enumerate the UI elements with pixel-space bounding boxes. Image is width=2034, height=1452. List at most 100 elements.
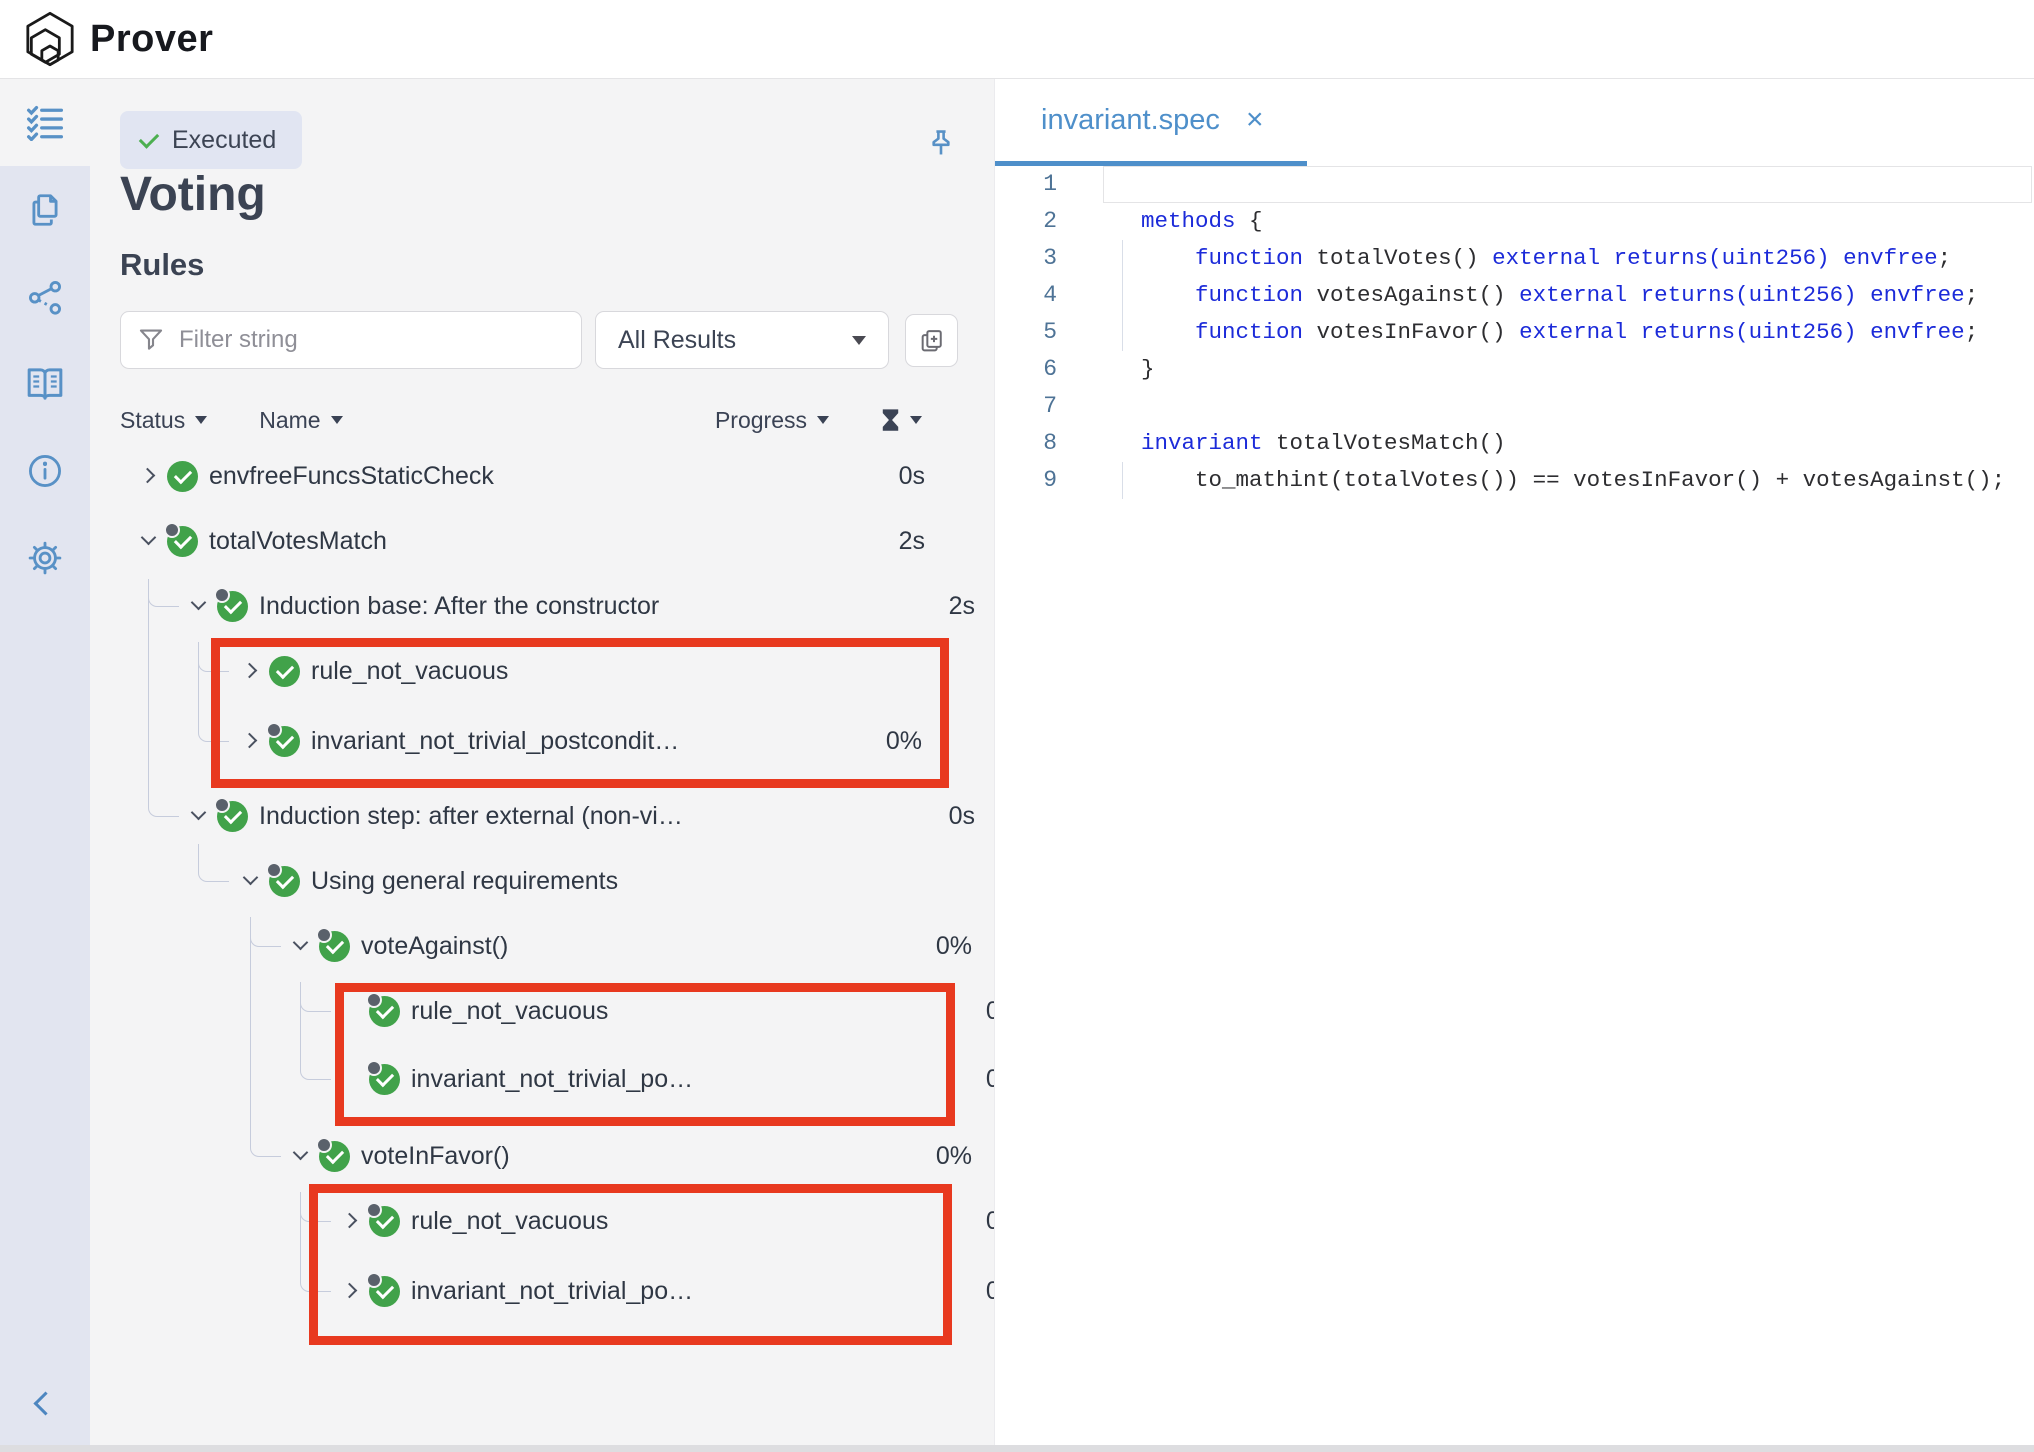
code-line[interactable]: 5 function votesInFavor() external retur…: [995, 314, 2034, 351]
name-column-label: Name: [259, 407, 320, 434]
horizontal-scrollbar[interactable]: [0, 1445, 2034, 1452]
line-number: 2: [995, 203, 1057, 240]
chevron-down-icon[interactable]: [185, 593, 211, 619]
tree-row[interactable]: invariant_not_trivial_po… 0% 0s: [120, 1259, 994, 1323]
tree-row[interactable]: rule_not_vacuous 0% 0s: [120, 1189, 994, 1253]
rule-name: voteAgainst(): [361, 932, 912, 961]
sidebar-item-docs[interactable]: [0, 340, 90, 427]
tree-row[interactable]: Using general requirements 0s: [120, 849, 994, 913]
results-filter-dropdown[interactable]: All Results: [595, 311, 889, 369]
collapse-sidebar-button[interactable]: [0, 1395, 90, 1412]
tree-row[interactable]: envfreeFuncsStaticCheck 0s: [120, 444, 925, 508]
sidebar-item-call-resolution[interactable]: [0, 253, 90, 340]
chevron-right-icon[interactable]: [237, 728, 263, 754]
rule-time: 2s: [820, 527, 925, 556]
status-badge: Executed: [120, 111, 302, 169]
copy-plus-icon: [918, 327, 946, 355]
sidebar-item-settings[interactable]: [0, 514, 90, 601]
tree-row[interactable]: Induction base: After the constructor 2s: [120, 574, 975, 638]
tree-row[interactable]: invariant_not_trivial_postcondit… 0% 0s: [120, 709, 994, 773]
code-line[interactable]: 4 function votesAgainst() external retur…: [995, 277, 2034, 314]
code-text: methods {: [1141, 203, 1263, 240]
tree-row[interactable]: rule_not_vacuous 1s: [120, 639, 994, 703]
brand[interactable]: Prover: [22, 11, 213, 67]
status-badge-label: Executed: [172, 126, 276, 155]
tab-label: invariant.spec: [1041, 104, 1220, 137]
sidebar-item-contracts[interactable]: [0, 166, 90, 253]
open-book-icon: [25, 365, 65, 403]
tree-row[interactable]: totalVotesMatch 2s: [120, 509, 925, 573]
tree-row[interactable]: voteInFavor() 0% 0s: [120, 1124, 994, 1188]
code-line[interactable]: 7: [995, 388, 2034, 425]
caret-down-icon: [195, 416, 207, 424]
page-title: Voting: [120, 167, 266, 222]
pushpin-icon: [925, 127, 957, 161]
code-area[interactable]: 12 methods {3 function totalVotes() exter…: [995, 166, 2034, 499]
sort-by-name[interactable]: Name: [259, 407, 342, 434]
status-passed-icon: [319, 1141, 350, 1172]
code-text: }: [1141, 351, 1155, 388]
code-line[interactable]: 2 methods {: [995, 203, 2034, 240]
rule-name: Induction base: After the constructor: [259, 592, 810, 621]
filter-input[interactable]: [120, 311, 582, 369]
tree-row[interactable]: rule_not_vacuous 0% 0s: [120, 979, 994, 1043]
sidebar-item-info[interactable]: [0, 427, 90, 514]
rule-name: invariant_not_trivial_po…: [411, 1277, 962, 1306]
code-text: invariant totalVotesMatch(): [1141, 425, 1506, 462]
chevron-placeholder: [337, 998, 363, 1024]
sort-by-time[interactable]: [881, 408, 922, 432]
line-number: 7: [995, 388, 1057, 425]
rule-name: rule_not_vacuous: [411, 1207, 962, 1236]
chevron-right-icon[interactable]: [135, 463, 161, 489]
tree-row[interactable]: voteAgainst() 0% 0s: [120, 914, 994, 978]
code-line[interactable]: 8invariant totalVotesMatch(): [995, 425, 2034, 462]
rule-name: envfreeFuncsStaticCheck: [209, 462, 760, 491]
results-filter-value: All Results: [618, 326, 736, 355]
chevron-down-icon[interactable]: [287, 933, 313, 959]
chevron-down-icon[interactable]: [237, 868, 263, 894]
brand-name: Prover: [90, 18, 213, 61]
sort-by-progress[interactable]: Progress: [715, 407, 829, 434]
rule-name: totalVotesMatch: [209, 527, 760, 556]
chevron-down-icon[interactable]: [185, 803, 211, 829]
code-line[interactable]: 1: [995, 166, 2034, 203]
sidebar-item-rules[interactable]: [0, 79, 90, 166]
hourglass-icon: [881, 408, 900, 432]
duplicate-tab-button[interactable]: [905, 314, 958, 367]
code-text: function votesAgainst() external returns…: [1141, 277, 1978, 314]
check-icon: [139, 128, 160, 149]
chevron-placeholder: [337, 1066, 363, 1092]
chevron-right-icon[interactable]: [337, 1278, 363, 1304]
line-number: 6: [995, 351, 1057, 388]
rule-progress: 0%: [912, 1142, 972, 1171]
close-icon[interactable]: ×: [1246, 105, 1264, 135]
chevron-right-icon[interactable]: [337, 1208, 363, 1234]
rule-progress: 0%: [962, 1277, 994, 1306]
status-passed-icon: [269, 866, 300, 897]
rule-progress: 0%: [962, 1065, 994, 1094]
gear-icon: [26, 539, 64, 577]
code-text: to_mathint(totalVotes()) == votesInFavor…: [1141, 462, 2005, 499]
chevron-right-icon[interactable]: [237, 658, 263, 684]
sort-by-status[interactable]: Status: [120, 407, 207, 434]
code-line[interactable]: 3 function totalVotes() external returns…: [995, 240, 2034, 277]
tab-invariant-spec[interactable]: invariant.spec ×: [995, 79, 1263, 161]
status-passed-icon: [319, 931, 350, 962]
tree-row[interactable]: Induction step: after external (non-vi… …: [120, 784, 975, 848]
editor-tab-bar: invariant.spec ×: [995, 79, 2034, 165]
tree-column-headers: Status Name Progress: [120, 401, 922, 439]
tree-row[interactable]: invariant_not_trivial_po… 0% 0s: [120, 1047, 994, 1111]
chevron-down-icon: [852, 336, 866, 345]
status-passed-icon: [217, 591, 248, 622]
chevron-down-icon[interactable]: [287, 1143, 313, 1169]
rule-time: 0s: [972, 1142, 994, 1171]
files-icon: [26, 191, 64, 229]
spec-editor: invariant.spec × 12 methods {3 function t…: [994, 79, 2034, 1452]
status-column-label: Status: [120, 407, 185, 434]
chevron-down-icon[interactable]: [135, 528, 161, 554]
rule-time: 1s: [922, 657, 994, 686]
line-number: 1: [995, 166, 1057, 203]
code-line[interactable]: 9 to_mathint(totalVotes()) == votesInFav…: [995, 462, 2034, 499]
pin-panel-button[interactable]: [925, 127, 957, 161]
code-line[interactable]: 6}: [995, 351, 2034, 388]
